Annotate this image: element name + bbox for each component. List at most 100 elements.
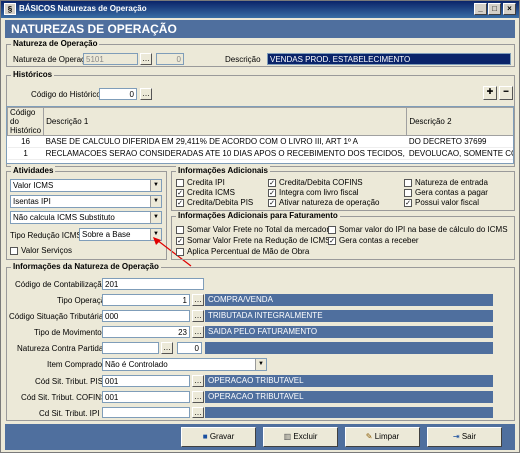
chevron-down-icon[interactable]: ▼ bbox=[255, 359, 266, 370]
info-adicionais-title: Informações Adicionais bbox=[176, 166, 270, 175]
ipi-input[interactable] bbox=[102, 407, 190, 418]
checkbox-8[interactable]: ✓ Ativar natureza de operação bbox=[268, 198, 380, 207]
checkbox-box[interactable]: ✓ bbox=[176, 188, 184, 197]
table-row[interactable]: 16 BASE DE CALCULO DIFERIDA EM 29,411% D… bbox=[7, 135, 513, 148]
chevron-down-icon[interactable]: ▼ bbox=[150, 212, 161, 223]
checkbox-7[interactable]: ✓ Credita/Debita PIS bbox=[176, 198, 253, 207]
cell-desc2: DEVOLUCAO, SOMENTE COM bbox=[406, 147, 513, 160]
atividades-combo-ipi[interactable]: Isentas IPI ▼ bbox=[10, 195, 162, 208]
checkbox-3[interactable]: ✓ Somar Valor Frete na Redução de ICMS bbox=[176, 236, 330, 245]
checkbox-box[interactable]: ✓ bbox=[268, 188, 276, 197]
gravar-button[interactable]: ■ Gravar bbox=[181, 427, 256, 447]
checkbox-4[interactable]: ✓ Gera contas a receber bbox=[328, 236, 419, 245]
pis-input[interactable]: 001 bbox=[102, 375, 190, 387]
valor-servicos-checkbox[interactable]: Valor Serviços bbox=[10, 246, 72, 255]
chevron-down-icon[interactable]: ▼ bbox=[150, 180, 161, 191]
cell-desc2: DO DECRETO 37699 bbox=[406, 135, 513, 148]
checkbox-4[interactable]: ✓ Credita ICMS bbox=[176, 188, 235, 197]
natureza-seq-input[interactable]: 0 bbox=[156, 53, 184, 65]
checkbox-box[interactable]: ✓ bbox=[176, 198, 184, 207]
checkbox-label: Integra com livro fiscal bbox=[279, 188, 359, 197]
cell-codigo: 16 bbox=[7, 135, 44, 148]
close-button[interactable]: × bbox=[503, 3, 516, 15]
checkbox-box[interactable] bbox=[176, 225, 184, 234]
checkbox-box[interactable] bbox=[10, 246, 18, 255]
checkbox-box[interactable] bbox=[176, 247, 184, 256]
contra-partida-lookup-button[interactable]: … bbox=[161, 342, 173, 354]
checkbox-3[interactable]: Natureza de entrada bbox=[404, 178, 488, 187]
chevron-down-icon[interactable]: ▼ bbox=[150, 196, 161, 207]
checkbox-1[interactable]: Somar Valor Frete no Total da mercadoria bbox=[176, 225, 335, 234]
ipi-lookup-button[interactable]: … bbox=[192, 407, 204, 418]
checkbox-box[interactable] bbox=[404, 188, 412, 197]
checkbox-label: Natureza de entrada bbox=[415, 178, 488, 187]
checkbox-box[interactable]: ✓ bbox=[176, 236, 184, 245]
checkbox-label: Possui valor fiscal bbox=[415, 198, 480, 207]
checkbox-box[interactable] bbox=[176, 178, 184, 187]
historicos-group-title: Históricos bbox=[11, 70, 55, 79]
atividades-group-title: Atividades bbox=[11, 166, 56, 175]
limpar-button[interactable]: ✎ Limpar bbox=[345, 427, 420, 447]
maximize-button[interactable]: □ bbox=[488, 3, 501, 15]
tipo-reducao-combo[interactable]: Sobre a Base ▼ bbox=[79, 228, 162, 241]
historico-lookup-button[interactable]: … bbox=[140, 88, 152, 100]
natureza-code-input[interactable]: 5101 bbox=[83, 53, 138, 65]
item-comprado-label: Item Comprado bbox=[47, 360, 103, 369]
main-window: § BÁSICOS Naturezas de Operação _ □ × NA… bbox=[0, 0, 520, 453]
tipo-movimento-lookup-button[interactable]: … bbox=[192, 326, 204, 338]
checkbox-label: Somar Valor Frete no Total da mercadoria bbox=[187, 225, 336, 234]
info-natureza-title: Informações da Natureza de Operação bbox=[11, 262, 161, 271]
checkbox-1[interactable]: Credita IPI bbox=[176, 178, 225, 187]
codigo-historico-input[interactable]: 0 bbox=[99, 88, 137, 100]
cst-input[interactable]: 000 bbox=[102, 310, 190, 322]
cell-desc1: BASE DE CALCULO DIFERIDA EM 29,411% DE A… bbox=[43, 135, 407, 148]
col-codigo[interactable]: Código do Histórico bbox=[7, 107, 45, 136]
remove-historico-button[interactable]: ━ bbox=[499, 86, 513, 100]
checkbox-box[interactable]: ✓ bbox=[328, 236, 336, 245]
table-row[interactable]: 1 RECLAMACOES SERAO CONSIDERADAS ATE 10 … bbox=[7, 147, 513, 160]
sair-label: Sair bbox=[461, 432, 477, 441]
checkbox-5[interactable]: ✓ Integra com livro fiscal bbox=[268, 188, 359, 197]
combo-ipi-value: Isentas IPI bbox=[13, 197, 51, 206]
checkbox-9[interactable]: ✓ Possui valor fiscal bbox=[404, 198, 479, 207]
codigo-historico-label: Código do Histórico bbox=[31, 90, 101, 99]
atividades-combo-st[interactable]: Não calcula ICMS Substituto ▼ bbox=[10, 211, 162, 224]
checkbox-2[interactable]: Somar valor do IPI na base de cálculo do… bbox=[328, 225, 508, 234]
valor-servicos-label: Valor Serviços bbox=[21, 246, 72, 255]
minimize-button[interactable]: _ bbox=[474, 3, 487, 15]
contra-partida-desc bbox=[205, 342, 493, 354]
contabilizacao-input[interactable]: 201 bbox=[102, 278, 204, 290]
checkbox-box[interactable] bbox=[404, 178, 412, 187]
natureza-group-title: Natureza de Operação bbox=[11, 39, 100, 48]
checkbox-6[interactable]: Gera contas a pagar bbox=[404, 188, 488, 197]
checkbox-2[interactable]: ✓ Credita/Debita COFINS bbox=[268, 178, 363, 187]
add-historico-button[interactable]: ✚ bbox=[483, 86, 497, 100]
checkbox-box[interactable]: ✓ bbox=[404, 198, 412, 207]
tipo-operacao-input[interactable]: 1 bbox=[102, 294, 190, 306]
item-comprado-combo[interactable]: Não é Controlado ▼ bbox=[102, 358, 267, 371]
pis-lookup-button[interactable]: … bbox=[192, 375, 204, 387]
contra-partida-input[interactable] bbox=[102, 342, 159, 354]
checkbox-5[interactable]: Aplica Percentual de Mão de Obra bbox=[176, 247, 309, 256]
col-desc1[interactable]: Descrição 1 bbox=[43, 107, 408, 136]
checkbox-box[interactable]: ✓ bbox=[268, 178, 276, 187]
checkbox-label: Aplica Percentual de Mão de Obra bbox=[187, 247, 310, 256]
sair-button[interactable]: ⇥ Sair bbox=[427, 427, 502, 447]
cst-lookup-button[interactable]: … bbox=[192, 310, 204, 322]
historicos-table[interactable]: Código do Histórico Descrição 1 Descriçã… bbox=[6, 106, 514, 164]
natureza-lookup-button[interactable]: … bbox=[140, 53, 152, 65]
title-bar: § BÁSICOS Naturezas de Operação _ □ × bbox=[1, 1, 519, 18]
checkbox-box[interactable] bbox=[328, 225, 336, 234]
tipo-operacao-lookup-button[interactable]: … bbox=[192, 294, 204, 306]
cofins-input[interactable]: 001 bbox=[102, 391, 190, 403]
descricao-input[interactable]: VENDAS PROD. ESTABELECIMENTO bbox=[267, 53, 511, 65]
tipo-movimento-input[interactable]: 23 bbox=[102, 326, 190, 338]
checkbox-label: Credita ICMS bbox=[187, 188, 236, 197]
checkbox-box[interactable]: ✓ bbox=[268, 198, 276, 207]
tipo-reducao-value: Sobre a Base bbox=[82, 230, 131, 239]
contra-partida-seq-input[interactable]: 0 bbox=[177, 342, 202, 354]
cofins-lookup-button[interactable]: … bbox=[192, 391, 204, 403]
atividades-combo-icms[interactable]: Valor ICMS ▼ bbox=[10, 179, 162, 192]
excluir-button[interactable]: ▥ Excluir bbox=[263, 427, 338, 447]
col-desc2[interactable]: Descrição 2 bbox=[406, 107, 513, 136]
